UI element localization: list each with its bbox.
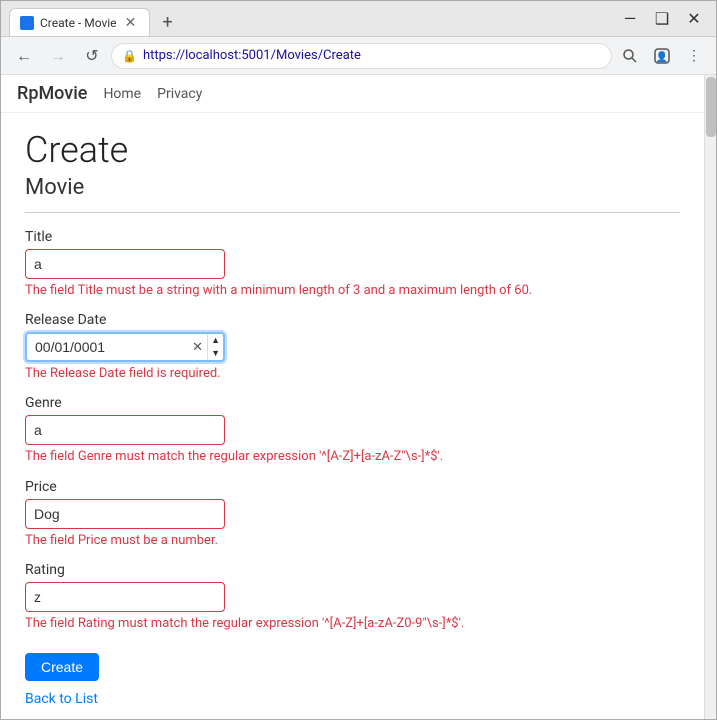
main-area: RpMovie Home Privacy Create Movie Title … — [1, 75, 704, 719]
search-button[interactable] — [616, 42, 644, 70]
back-to-list-link[interactable]: Back to List — [25, 691, 680, 707]
scrollbar-thumb[interactable] — [706, 77, 716, 137]
address-bar: ← → ↺ 🔒 https://localhost:5001/Movies/Cr… — [1, 37, 716, 75]
tab-favicon-icon — [20, 16, 34, 30]
rating-input[interactable] — [25, 582, 225, 612]
close-button[interactable]: ✕ — [680, 5, 708, 33]
release-date-validation-message: The Release Date field is required. — [25, 365, 680, 383]
reload-button[interactable]: ↺ — [77, 41, 107, 71]
scrollbar[interactable] — [704, 75, 716, 719]
site-brand[interactable]: RpMovie — [17, 83, 87, 104]
divider — [25, 212, 680, 213]
rating-form-group: Rating The field Rating must match the r… — [25, 562, 680, 633]
back-button[interactable]: ← — [9, 41, 39, 71]
nav-home-link[interactable]: Home — [103, 86, 141, 102]
page-subheading: Movie — [25, 175, 680, 200]
price-validation-message: The field Price must be a number. — [25, 532, 680, 550]
new-tab-button[interactable]: + — [154, 8, 182, 36]
form-container: Create Movie Title The field Title must … — [1, 113, 704, 719]
release-date-label: Release Date — [25, 312, 680, 328]
genre-input[interactable] — [25, 415, 225, 445]
date-clear-button[interactable]: ✕ — [189, 340, 206, 355]
title-label: Title — [25, 229, 680, 245]
tab-area: Create - Movie ✕ + — [9, 1, 616, 36]
back-to-label: Back to — [25, 691, 72, 707]
site-nav: RpMovie Home Privacy — [1, 75, 704, 113]
title-input[interactable] — [25, 249, 225, 279]
release-date-form-group: Release Date ✕ ▲ ▼ The Release Date fiel… — [25, 312, 680, 383]
menu-button[interactable]: ⋮ — [680, 42, 708, 70]
price-form-group: Price The field Price must be a number. — [25, 479, 680, 550]
title-validation-message: The field Title must be a string with a … — [25, 282, 680, 300]
window-controls: — ❑ ✕ — [616, 5, 708, 33]
page-heading: Create — [25, 129, 680, 171]
tab-title: Create - Movie — [40, 16, 117, 30]
list-label: List — [75, 691, 98, 707]
date-spin-buttons: ▲ ▼ — [207, 334, 223, 360]
rating-validation-message: The field Rating must match the regular … — [25, 615, 680, 633]
browser-tab[interactable]: Create - Movie ✕ — [9, 8, 150, 36]
date-input-wrapper: ✕ ▲ ▼ — [25, 332, 225, 362]
svg-text:👤: 👤 — [656, 50, 668, 63]
maximize-button[interactable]: ❑ — [648, 5, 676, 33]
forward-button[interactable]: → — [43, 41, 73, 71]
create-button[interactable]: Create — [25, 653, 99, 681]
price-input[interactable] — [25, 499, 225, 529]
genre-label: Genre — [25, 395, 680, 411]
title-bar: Create - Movie ✕ + — ❑ ✕ — [1, 1, 716, 37]
minimize-button[interactable]: — — [616, 5, 644, 33]
date-spin-down-button[interactable]: ▼ — [208, 347, 223, 360]
tab-close-icon[interactable]: ✕ — [123, 15, 139, 31]
url-bar[interactable]: 🔒 https://localhost:5001/Movies/Create — [111, 43, 612, 69]
price-label: Price — [25, 479, 680, 495]
date-spin-up-button[interactable]: ▲ — [208, 334, 223, 347]
rating-label: Rating — [25, 562, 680, 578]
browser-window: Create - Movie ✕ + — ❑ ✕ ← → ↺ 🔒 https:/… — [0, 0, 717, 720]
url-text: https://localhost:5001/Movies/Create — [143, 48, 601, 63]
nav-privacy-link[interactable]: Privacy — [157, 86, 202, 102]
lock-icon: 🔒 — [122, 49, 137, 63]
date-controls: ✕ ▲ ▼ — [189, 334, 223, 360]
genre-form-group: Genre The field Genre must match the reg… — [25, 395, 680, 466]
title-form-group: Title The field Title must be a string w… — [25, 229, 680, 300]
genre-validation-message: The field Genre must match the regular e… — [25, 448, 680, 466]
profile-button[interactable]: 👤 — [648, 42, 676, 70]
page-content: RpMovie Home Privacy Create Movie Title … — [1, 75, 716, 719]
